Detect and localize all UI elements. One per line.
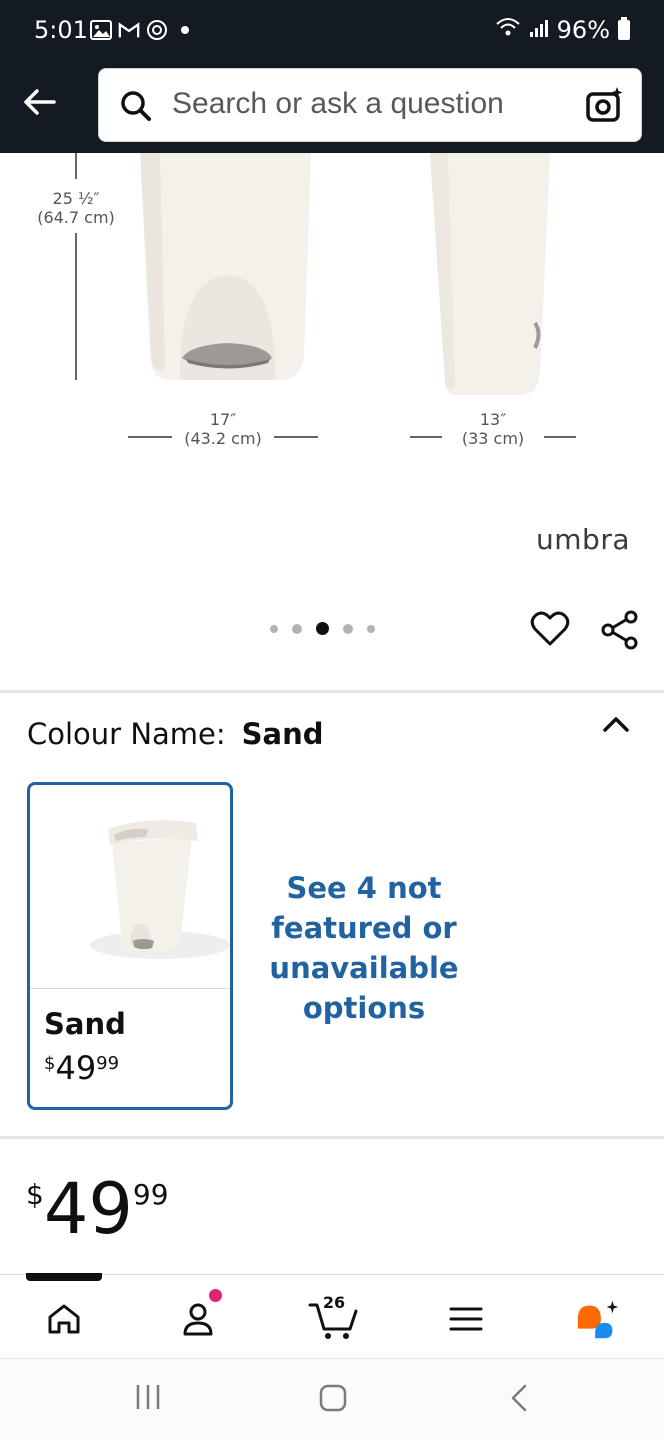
width-dimension-inches: 17″ — [209, 410, 237, 429]
depth-dimension-label: 13″ (33 cm) — [444, 410, 542, 448]
colour-name-row: Colour Name: Sand — [27, 717, 324, 751]
search-icon — [121, 91, 151, 121]
gmail-icon — [118, 19, 140, 41]
home-icon — [48, 1304, 80, 1334]
price-symbol: $ — [26, 1178, 44, 1211]
system-navigation-bar — [0, 1358, 664, 1440]
battery-icon — [618, 17, 630, 40]
active-tab-indicator — [26, 1273, 102, 1281]
height-dimension-label: 25 ½″ (64.7 cm) — [22, 189, 130, 227]
status-notification-icons — [90, 19, 196, 41]
product-page: 5:01 96% Search or ask a question 25 ½″ … — [0, 0, 664, 1440]
share-icon[interactable] — [600, 610, 640, 650]
height-dimension-inches: 25 ½″ — [52, 189, 100, 208]
bottom-navigation: 26 — [0, 1273, 664, 1358]
height-dimension-cm: (64.7 cm) — [37, 208, 115, 227]
account-icon — [183, 1303, 213, 1336]
carousel-dot[interactable] — [292, 623, 302, 634]
notification-dot — [209, 1289, 222, 1302]
carousel-dot[interactable] — [270, 624, 278, 633]
sync-icon — [146, 19, 168, 41]
nav-account[interactable] — [174, 1289, 222, 1343]
nav-rufus[interactable] — [574, 1295, 622, 1343]
swatch-price-fraction: 99 — [96, 1053, 120, 1074]
search-bar[interactable]: Search or ask a question — [98, 68, 642, 142]
nav-cart[interactable]: 26 — [306, 1293, 362, 1343]
chevron-up-icon[interactable] — [602, 714, 630, 734]
arrow-left-icon — [24, 89, 56, 115]
menu-icon — [449, 1307, 483, 1331]
nav-home[interactable] — [40, 1295, 88, 1343]
home-button-icon[interactable] — [318, 1383, 348, 1413]
swatch-price-symbol: $ — [44, 1053, 56, 1074]
swatch-price: $4999 — [44, 1049, 119, 1087]
cart-count: 26 — [322, 1293, 346, 1312]
colour-name-value: Sand — [241, 717, 324, 751]
swatch-thumbnail — [30, 785, 230, 989]
recent-apps-icon[interactable] — [134, 1383, 162, 1411]
camera-search-icon[interactable] — [585, 85, 625, 125]
swatch-price-whole: 49 — [55, 1049, 97, 1087]
status-right: 96% — [495, 16, 630, 44]
colour-swatch-sand[interactable]: Sand $4999 — [27, 782, 233, 1110]
depth-dimension-cm: (33 cm) — [461, 429, 525, 448]
wishlist-heart-icon[interactable] — [530, 611, 570, 647]
section-divider — [0, 690, 664, 693]
status-bar: 5:01 96% — [0, 0, 664, 62]
dot-icon — [174, 19, 196, 41]
carousel-dot[interactable] — [343, 623, 353, 634]
swatch-name: Sand — [44, 1007, 126, 1041]
nav-menu[interactable] — [442, 1295, 490, 1343]
back-nav-icon[interactable] — [508, 1383, 530, 1413]
brand-logo: umbra — [536, 523, 630, 556]
gallery-icon — [90, 19, 112, 41]
price-whole: 49 — [43, 1168, 133, 1250]
section-divider — [0, 1136, 664, 1139]
rufus-icon — [577, 1300, 619, 1339]
product-price: $4999 — [26, 1168, 169, 1250]
back-button[interactable] — [18, 82, 60, 122]
carousel-indicator — [270, 622, 375, 635]
battery-percent: 96% — [556, 16, 610, 44]
price-fraction: 99 — [132, 1178, 169, 1211]
product-image-carousel[interactable]: 25 ½″ (64.7 cm) 17″ (43.2 cm) 13″ (33 cm… — [0, 153, 664, 683]
width-dimension-cm: (43.2 cm) — [184, 429, 262, 448]
carousel-dot-active[interactable] — [316, 622, 329, 635]
status-time: 5:01 — [34, 16, 88, 44]
colour-name-label: Colour Name: — [27, 717, 226, 751]
carousel-dot[interactable] — [367, 624, 375, 633]
wifi-icon — [495, 16, 521, 44]
signal-icon — [529, 16, 549, 44]
see-more-options-link[interactable]: See 4 not featured or unavailable option… — [262, 868, 466, 1028]
depth-dimension-inches: 13″ — [479, 410, 507, 429]
top-bar: 5:01 96% Search or ask a question — [0, 0, 664, 153]
search-placeholder[interactable]: Search or ask a question — [172, 87, 504, 121]
width-dimension-label: 17″ (43.2 cm) — [172, 410, 274, 448]
